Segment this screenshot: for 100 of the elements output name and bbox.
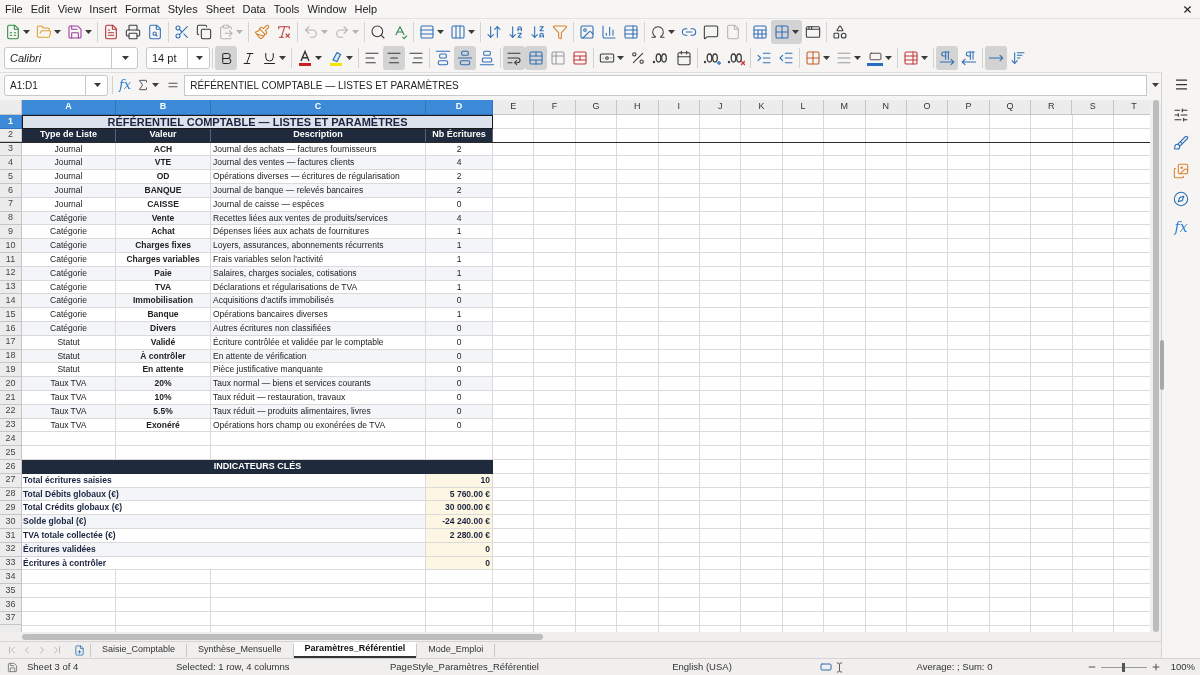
- caret-icon[interactable]: [85, 29, 92, 34]
- column-header[interactable]: Q: [989, 100, 1032, 115]
- menu-item[interactable]: Sheet: [201, 0, 239, 18]
- menu-item[interactable]: Styles: [163, 0, 202, 18]
- column-header[interactable]: E: [493, 100, 535, 115]
- caret-icon[interactable]: [823, 56, 830, 60]
- column-header[interactable]: C: [211, 100, 426, 115]
- row-header[interactable]: 19: [0, 363, 22, 378]
- images-icon[interactable]: [1173, 163, 1189, 179]
- horizontal-scrollbar-thumb[interactable]: [22, 633, 543, 640]
- zoom-slider-track[interactable]: [1100, 662, 1147, 672]
- row-header[interactable]: 10: [0, 239, 22, 253]
- row-header[interactable]: 15: [0, 308, 22, 322]
- font-color-icon[interactable]: [297, 50, 313, 66]
- menu-item[interactable]: Format: [120, 0, 164, 18]
- row-header[interactable]: 35: [0, 584, 22, 598]
- caret-icon[interactable]: [885, 56, 892, 60]
- title-cell[interactable]: RÉFÉRENTIEL COMPTABLE — LISTES ET PARAMÈTRES: [22, 115, 493, 129]
- file-plus-icon[interactable]: [73, 644, 85, 656]
- caret-icon[interactable]: [854, 56, 861, 60]
- column-header[interactable]: R: [1031, 100, 1073, 115]
- menu-item[interactable]: View: [53, 0, 86, 18]
- menu-icon[interactable]: [1173, 77, 1189, 92]
- omega-icon[interactable]: [650, 23, 666, 40]
- caret-icon[interactable]: [792, 29, 799, 34]
- highlighter-icon[interactable]: [328, 50, 344, 66]
- zoom-slider-thumb[interactable]: [1122, 662, 1126, 672]
- caret-icon[interactable]: [279, 56, 286, 60]
- zoom-percent-text[interactable]: 100%: [1170, 659, 1195, 675]
- row-header[interactable]: 9: [0, 225, 22, 240]
- row-header[interactable]: 4: [0, 156, 22, 171]
- font-name-field[interactable]: Calibri: [4, 47, 138, 69]
- menu-item[interactable]: Edit: [26, 0, 54, 18]
- underline-icon[interactable]: [262, 50, 277, 66]
- row-header[interactable]: 14: [0, 294, 22, 309]
- row-header[interactable]: 5: [0, 170, 22, 184]
- menu-item[interactable]: Help: [350, 0, 382, 18]
- column-header[interactable]: F: [534, 100, 576, 115]
- sidebar-handle[interactable]: [1160, 340, 1164, 390]
- column-header[interactable]: N: [865, 100, 907, 115]
- sliders-icon[interactable]: [1173, 107, 1189, 123]
- column-header[interactable]: O: [906, 100, 949, 115]
- column-header[interactable]: A: [22, 100, 116, 115]
- sheet-tab[interactable]: Saisie_Comptable: [91, 642, 187, 658]
- horizontal-scrollbar-track[interactable]: [0, 632, 1161, 641]
- menu-item[interactable]: File: [1, 0, 27, 18]
- caret-icon[interactable]: [196, 56, 203, 60]
- function-wizard-button[interactable]: fx: [117, 75, 134, 95]
- column-header[interactable]: B: [116, 100, 211, 115]
- column-header[interactable]: H: [617, 100, 659, 115]
- column-header[interactable]: P: [948, 100, 990, 115]
- banknote-icon[interactable]: [599, 50, 615, 66]
- functions-button[interactable]: fx: [1167, 213, 1195, 241]
- caret-icon[interactable]: [94, 83, 101, 87]
- row-header[interactable]: 25: [0, 446, 22, 460]
- caret-icon[interactable]: [54, 29, 61, 34]
- row-header[interactable]: 1: [0, 115, 22, 129]
- menu-item[interactable]: Data: [238, 0, 270, 18]
- row-header[interactable]: 30: [0, 515, 22, 529]
- rectangle-icon[interactable]: [819, 661, 832, 673]
- column-header[interactable]: S: [1072, 100, 1114, 115]
- font-size-field[interactable]: 14 pt: [146, 47, 210, 69]
- caret-icon[interactable]: [346, 56, 353, 60]
- caret-icon[interactable]: [921, 56, 928, 60]
- menu-item[interactable]: Window: [303, 0, 351, 18]
- caret-icon[interactable]: [1151, 83, 1159, 87]
- freeze-panes-button[interactable]: [771, 19, 802, 44]
- menu-item[interactable]: Insert: [85, 0, 121, 18]
- caret-icon[interactable]: [437, 29, 444, 34]
- column-header[interactable]: I: [658, 100, 700, 115]
- caret-icon[interactable]: [468, 29, 475, 34]
- border-color-icon[interactable]: [867, 50, 883, 66]
- caret-icon[interactable]: [23, 29, 30, 34]
- compass-icon[interactable]: [1173, 191, 1189, 207]
- caret-icon[interactable]: [617, 56, 624, 60]
- clipboard-icon[interactable]: [218, 23, 234, 40]
- caret-icon[interactable]: [315, 56, 322, 60]
- row-header[interactable]: 34: [0, 570, 22, 585]
- row-header[interactable]: 29: [0, 501, 22, 516]
- column-header[interactable]: L: [782, 100, 825, 115]
- menu-item[interactable]: Tools: [269, 0, 304, 18]
- formula-input-field[interactable]: RÉFÉRENTIEL COMPTABLE — LISTES ET PARAMÈTRES: [184, 74, 1147, 96]
- column-header[interactable]: G: [575, 100, 618, 115]
- column-header[interactable]: D: [426, 100, 493, 115]
- caret-icon[interactable]: [152, 83, 160, 87]
- brush-icon[interactable]: [1173, 135, 1189, 151]
- name-box-field[interactable]: A1:D1: [4, 74, 108, 96]
- caret-icon[interactable]: [668, 29, 675, 34]
- plus-icon[interactable]: [1150, 662, 1161, 672]
- column-header[interactable]: J: [699, 100, 742, 115]
- column-header[interactable]: T: [1113, 100, 1150, 115]
- sheet-tab[interactable]: Paramètres_Référentiel: [293, 642, 417, 658]
- row-header[interactable]: 20: [0, 377, 22, 391]
- sheet-tab[interactable]: Synthèse_Mensuelle: [187, 642, 293, 658]
- caret-icon[interactable]: [122, 56, 129, 60]
- sheet-tab[interactable]: Mode_Emploi: [417, 642, 495, 658]
- column-header[interactable]: K: [741, 100, 783, 115]
- spreadsheet-grid[interactable]: [0, 115, 1150, 632]
- row-header[interactable]: 24: [0, 432, 22, 447]
- column-header[interactable]: M: [824, 100, 866, 115]
